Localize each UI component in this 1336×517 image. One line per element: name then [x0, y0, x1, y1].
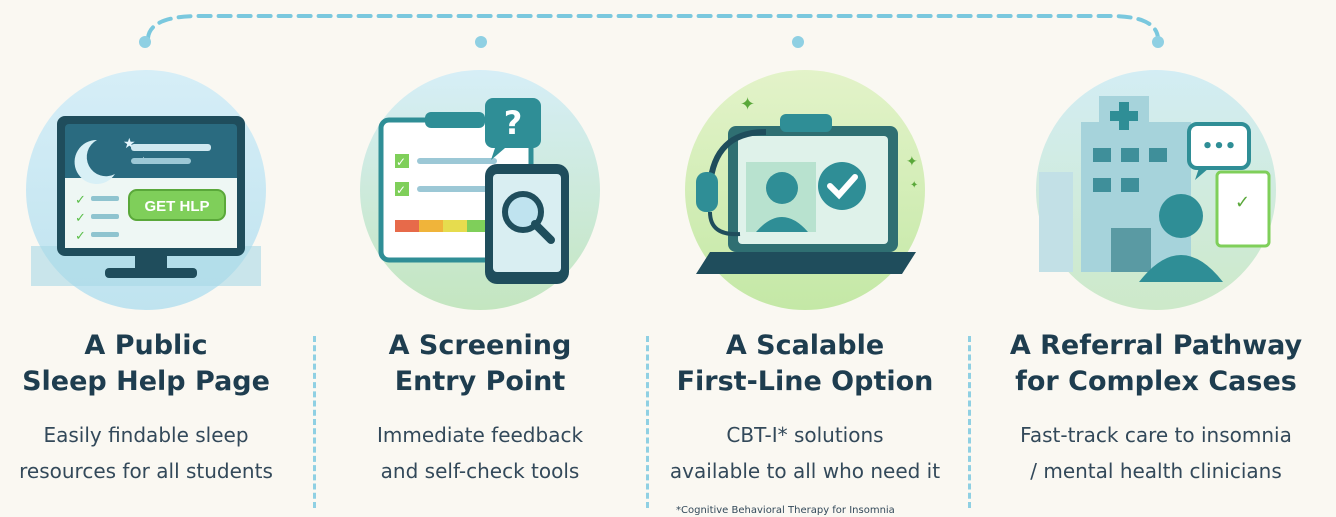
card-public-sleep-help: ★ ★ ✓ ✓ ✓ GET HLP A PublicSleep Help Pag…	[0, 0, 306, 517]
svg-text:✓: ✓	[396, 155, 406, 169]
svg-text:✓: ✓	[1235, 192, 1250, 213]
svg-text:✦: ✦	[910, 180, 918, 191]
svg-text:✓: ✓	[396, 183, 406, 197]
card-referral-pathway: ••• ✓ A Referral Pathway for Complex Case…	[996, 0, 1316, 517]
card-scalable-first-line: ✦ ✦ ✦ A Scalable First-Line Option CBT-I*…	[645, 0, 965, 517]
card-screening-entry: ✓ ✓ ? A Screening Entry Point Immediate f…	[320, 0, 640, 517]
card-description: Easily findable sleep resources for all s…	[19, 423, 273, 483]
card-description: CBT-I* solutions available to all who nee…	[669, 423, 941, 483]
chat-bubble: •••	[1202, 136, 1237, 157]
card-title: A Scalable First-Line Option	[676, 330, 934, 397]
card-title: A Screening Entry Point	[388, 330, 572, 397]
monitor-help-icon: ★ ★ ✓ ✓ ✓ GET HLP	[26, 70, 266, 310]
svg-text:✓: ✓	[75, 211, 86, 226]
divider-3	[968, 336, 971, 508]
card-title: A Public Sleep Help Page	[22, 330, 270, 397]
svg-text:✦: ✦	[740, 94, 755, 115]
card-title: A Referral Pathway for Complex Cases	[1009, 330, 1303, 397]
svg-text:✓: ✓	[75, 193, 86, 208]
question-bubble: ?	[504, 104, 523, 142]
divider-1	[313, 336, 316, 508]
get-help-button-label: GET HLP	[144, 198, 209, 215]
svg-text:✓: ✓	[75, 229, 86, 244]
checklist-tablet-icon: ✓ ✓ ?	[360, 70, 600, 310]
card-description: Fast-track care to insomnia / mental heal…	[1020, 423, 1292, 483]
hospital-clinician-icon: ••• ✓	[1036, 70, 1276, 310]
card-description: Immediate feedback and self-check tools	[376, 423, 584, 483]
footnote: *Cognitive Behavioral Therapy for Insomn…	[676, 505, 895, 516]
telehealth-laptop-icon: ✦ ✦ ✦	[685, 70, 925, 310]
svg-text:✦: ✦	[906, 154, 918, 170]
